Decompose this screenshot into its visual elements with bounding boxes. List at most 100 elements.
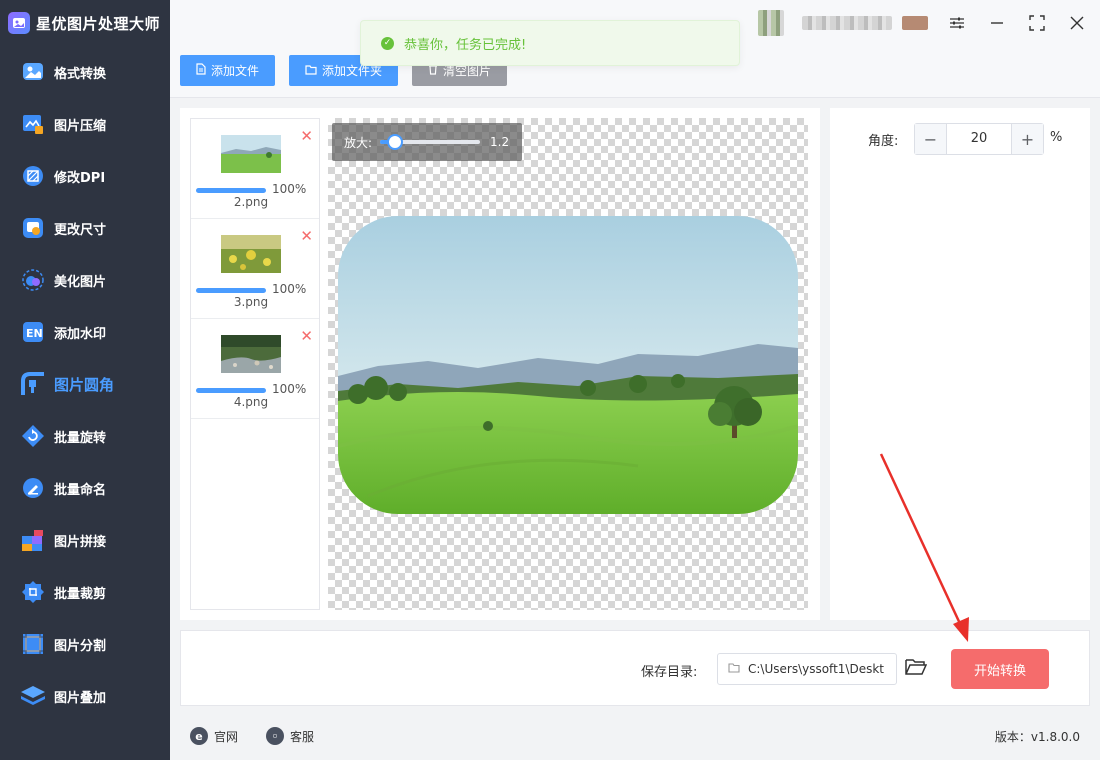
sidebar-item-beautify[interactable]: 美化图片 <box>0 254 170 306</box>
open-folder-icon[interactable] <box>905 657 928 679</box>
progress-bar <box>196 288 266 293</box>
remove-file-icon[interactable]: ✕ <box>300 129 313 144</box>
website-link[interactable]: e 官网 <box>190 727 238 745</box>
list-item[interactable]: ✕ 100% 2.png <box>191 119 319 219</box>
crop-icon <box>20 579 46 605</box>
list-item[interactable]: ✕ 100% 3.png <box>191 219 319 319</box>
sidebar-item-dpi[interactable]: 修改DPI <box>0 150 170 202</box>
close-icon[interactable] <box>1066 12 1088 34</box>
preview-canvas: 放大: 1.2 <box>328 118 808 610</box>
success-toast: ✓ 恭喜你，任务已完成! <box>360 20 740 66</box>
rename-icon <box>20 475 46 501</box>
toast-message: 恭喜你，任务已完成! <box>404 37 527 53</box>
footer: e 官网 ◦ 客服 版本：v1.8.0.0 <box>170 712 1100 760</box>
sidebar-item-label: 修改DPI <box>54 170 106 186</box>
progress-bar <box>196 188 266 193</box>
rotate-icon <box>20 423 46 449</box>
zoom-value: 1.2 <box>490 135 510 149</box>
avatar[interactable] <box>758 10 784 36</box>
sidebar-item-watermark[interactable]: EN 添加水印 <box>0 306 170 358</box>
sidebar-item-label: 图片叠加 <box>54 690 107 706</box>
support-link[interactable]: ◦ 客服 <box>266 727 314 745</box>
sidebar-item-label: 批量旋转 <box>54 430 107 446</box>
folder-icon <box>728 662 740 676</box>
settings-sliders-icon[interactable] <box>946 12 968 34</box>
sidebar-item-rename[interactable]: 批量命名 <box>0 462 170 514</box>
save-bar: 保存目录: C:\Users\yssoft1\Deskt 开始转换 <box>180 630 1090 706</box>
sidebar-item-label: 添加水印 <box>54 326 107 342</box>
sidebar-item-crop[interactable]: 批量裁剪 <box>0 566 170 618</box>
app-logo-icon <box>8 12 30 34</box>
username-blurred <box>802 16 892 30</box>
website-label: 官网 <box>214 729 239 744</box>
save-directory-label: 保存目录: <box>641 665 698 680</box>
save-path-value: C:\Users\yssoft1\Deskt <box>748 662 884 676</box>
sidebar-item-rotate[interactable]: 批量旋转 <box>0 410 170 462</box>
support-label: 客服 <box>290 729 315 744</box>
image-compress-icon <box>20 111 46 137</box>
check-circle-icon: ✓ <box>381 36 394 50</box>
workspace-panel: ✕ 100% 2.png ✕ 100% 3.png ✕ 100% 4.png 放… <box>180 108 820 620</box>
file-list: ✕ 100% 2.png ✕ 100% 3.png ✕ 100% 4.png <box>190 118 320 610</box>
zoom-slider[interactable] <box>380 134 481 150</box>
zoom-control: 放大: 1.2 <box>332 123 522 161</box>
sidebar-item-label: 更改尺寸 <box>54 222 107 238</box>
sidebar-item-compress[interactable]: 图片压缩 <box>0 98 170 150</box>
thumbnail-meadow <box>221 135 281 173</box>
start-convert-button[interactable]: 开始转换 <box>951 649 1049 689</box>
minimize-icon[interactable] <box>986 12 1008 34</box>
remove-file-icon[interactable]: ✕ <box>300 329 313 344</box>
zoom-label: 放大: <box>344 135 373 150</box>
sidebar-nav: 格式转换 图片压缩 修改DPI 更改尺寸 美化图片 EN 添加水印 图片圆角 批 <box>0 46 170 722</box>
split-icon <box>20 631 46 657</box>
angle-stepper: − 20 + <box>914 123 1044 155</box>
settings-panel: 角度: − 20 + % <box>830 108 1090 620</box>
sidebar-item-overlay[interactable]: 图片叠加 <box>0 670 170 722</box>
decrease-button[interactable]: − <box>915 124 947 154</box>
sidebar-item-split[interactable]: 图片分割 <box>0 618 170 670</box>
dpi-icon <box>20 163 46 189</box>
progress-text: 100% <box>272 382 307 396</box>
file-name: 2.png <box>233 195 269 209</box>
sidebar-item-rounded-corner[interactable]: 图片圆角 <box>0 358 170 410</box>
sidebar-item-label: 格式转换 <box>54 66 107 82</box>
angle-input[interactable]: 20 <box>947 124 1011 154</box>
resize-icon <box>20 215 46 241</box>
beautify-icon <box>20 267 46 293</box>
user-badge-blurred <box>902 16 928 30</box>
angle-label: 角度: <box>868 134 899 149</box>
sidebar-item-label: 图片压缩 <box>54 118 107 134</box>
file-name: 4.png <box>233 395 269 409</box>
svg-text:EN: EN <box>26 327 43 340</box>
sidebar-item-resize[interactable]: 更改尺寸 <box>0 202 170 254</box>
list-item[interactable]: ✕ 100% 4.png <box>191 319 319 419</box>
fullscreen-icon[interactable] <box>1026 12 1048 34</box>
sidebar-item-format-convert[interactable]: 格式转换 <box>0 46 170 98</box>
top-bar: 添加文件 添加文件夹 清空图片 ✓ 恭喜你，任务已完成! <box>170 0 1100 98</box>
increase-button[interactable]: + <box>1011 124 1043 154</box>
file-icon <box>196 63 206 78</box>
file-name: 3.png <box>233 295 269 309</box>
thumbnail-river <box>221 335 281 373</box>
save-path-input[interactable]: C:\Users\yssoft1\Deskt <box>717 653 897 685</box>
progress-text: 100% <box>272 182 307 196</box>
window-controls <box>758 10 1088 36</box>
image-convert-icon <box>20 59 46 85</box>
add-file-button[interactable]: 添加文件 <box>180 55 276 86</box>
rounded-corner-icon <box>20 371 46 397</box>
preview-image <box>338 216 798 514</box>
sidebar: 星优图片处理大师 格式转换 图片压缩 修改DPI 更改尺寸 美化图片 EN 添加… <box>0 0 170 760</box>
progress-text: 100% <box>272 282 307 296</box>
sidebar-item-label: 图片拼接 <box>54 534 107 550</box>
sidebar-item-stitch[interactable]: 图片拼接 <box>0 514 170 566</box>
website-e-icon: e <box>190 727 208 745</box>
sidebar-item-label: 批量裁剪 <box>54 586 107 602</box>
progress-bar <box>196 388 266 393</box>
sidebar-item-label: 美化图片 <box>54 274 107 290</box>
chat-icon: ◦ <box>266 727 285 745</box>
zoom-slider-handle[interactable] <box>387 134 404 150</box>
remove-file-icon[interactable]: ✕ <box>300 229 313 244</box>
sidebar-item-label: 图片圆角 <box>54 375 115 394</box>
sidebar-item-label: 图片分割 <box>54 638 107 654</box>
sidebar-item-label: 批量命名 <box>54 482 107 498</box>
